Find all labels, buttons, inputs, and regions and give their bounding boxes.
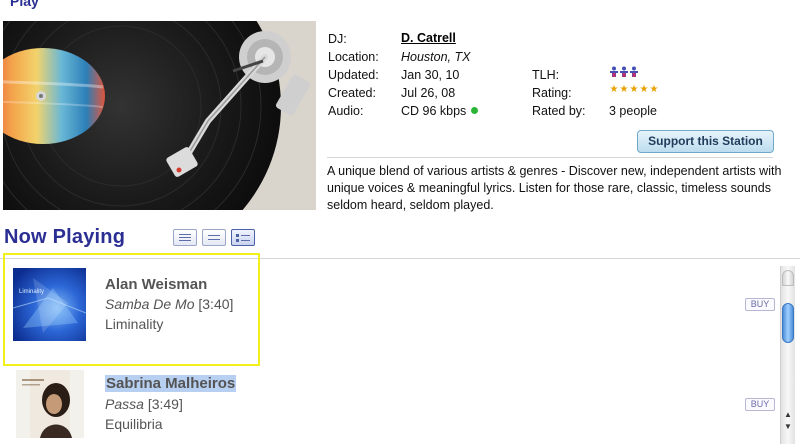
track-album: Equilibria (105, 416, 163, 432)
list-view-button[interactable] (202, 229, 226, 246)
divider (327, 157, 773, 158)
star-icon: ★ (609, 84, 619, 95)
play-link[interactable]: Play (10, 0, 39, 9)
song-title: Passa (105, 396, 144, 412)
detail-view-button[interactable] (231, 229, 255, 246)
created-value: Jul 26, 08 (401, 86, 456, 100)
star-icon: ★ (639, 84, 649, 95)
star-icon: ★ (629, 84, 639, 95)
scroll-down-arrow-icon[interactable]: ▼ (781, 421, 795, 433)
track-artist[interactable]: Sabrina Malheiros (105, 375, 237, 392)
updated-label: Updated: (328, 68, 379, 82)
created-label: Created: (328, 86, 376, 100)
star-icon: ★ (619, 84, 629, 95)
audio-label: Audio: (328, 104, 364, 118)
location-label: Location: (328, 50, 379, 64)
buy-button[interactable]: BUY (745, 398, 775, 411)
audio-status-dot-icon (471, 107, 479, 115)
tlh-people-icon (609, 66, 639, 79)
buy-button[interactable]: BUY (745, 298, 775, 311)
station-image (3, 21, 316, 210)
audio-quality: CD 96 kbps (401, 104, 467, 118)
dj-link[interactable]: D. Catrell (401, 31, 456, 45)
album-cover[interactable] (16, 370, 84, 438)
dj-label: DJ: (328, 32, 347, 46)
scroll-up-arrow-icon[interactable]: ▲ (781, 409, 795, 421)
updated-value: Jan 30, 10 (401, 68, 460, 82)
selected-artist-text[interactable]: Sabrina Malheiros (105, 375, 237, 392)
track-song: Passa [3:49] (105, 396, 183, 412)
rated-by-label: Rated by: (532, 104, 586, 118)
location-value: Houston, TX (401, 50, 471, 64)
rating-stars: ★ ★ ★ ★ ★ (609, 85, 659, 95)
scrollbar-thumb[interactable] (782, 303, 794, 343)
station-description: A unique blend of various artists & genr… (327, 164, 782, 212)
highlight-box (3, 253, 260, 366)
audio-value: CD 96 kbps (401, 104, 479, 118)
song-duration: [3:49] (147, 396, 183, 412)
turntable-illustration (3, 21, 316, 210)
star-icon: ★ (649, 84, 659, 95)
scrollbar-cap (782, 270, 794, 286)
compact-view-button[interactable] (173, 229, 197, 246)
rating-label: Rating: (532, 86, 572, 100)
station-page: Play DJ: D. Catrell Location: Houston, T… (0, 0, 800, 444)
support-station-button[interactable]: Support this Station (637, 130, 774, 153)
dj-value[interactable]: D. Catrell (401, 31, 456, 45)
now-playing-title: Now Playing (4, 226, 126, 248)
tlh-label: TLH: (532, 68, 560, 82)
rated-by-value: 3 people (609, 104, 657, 118)
